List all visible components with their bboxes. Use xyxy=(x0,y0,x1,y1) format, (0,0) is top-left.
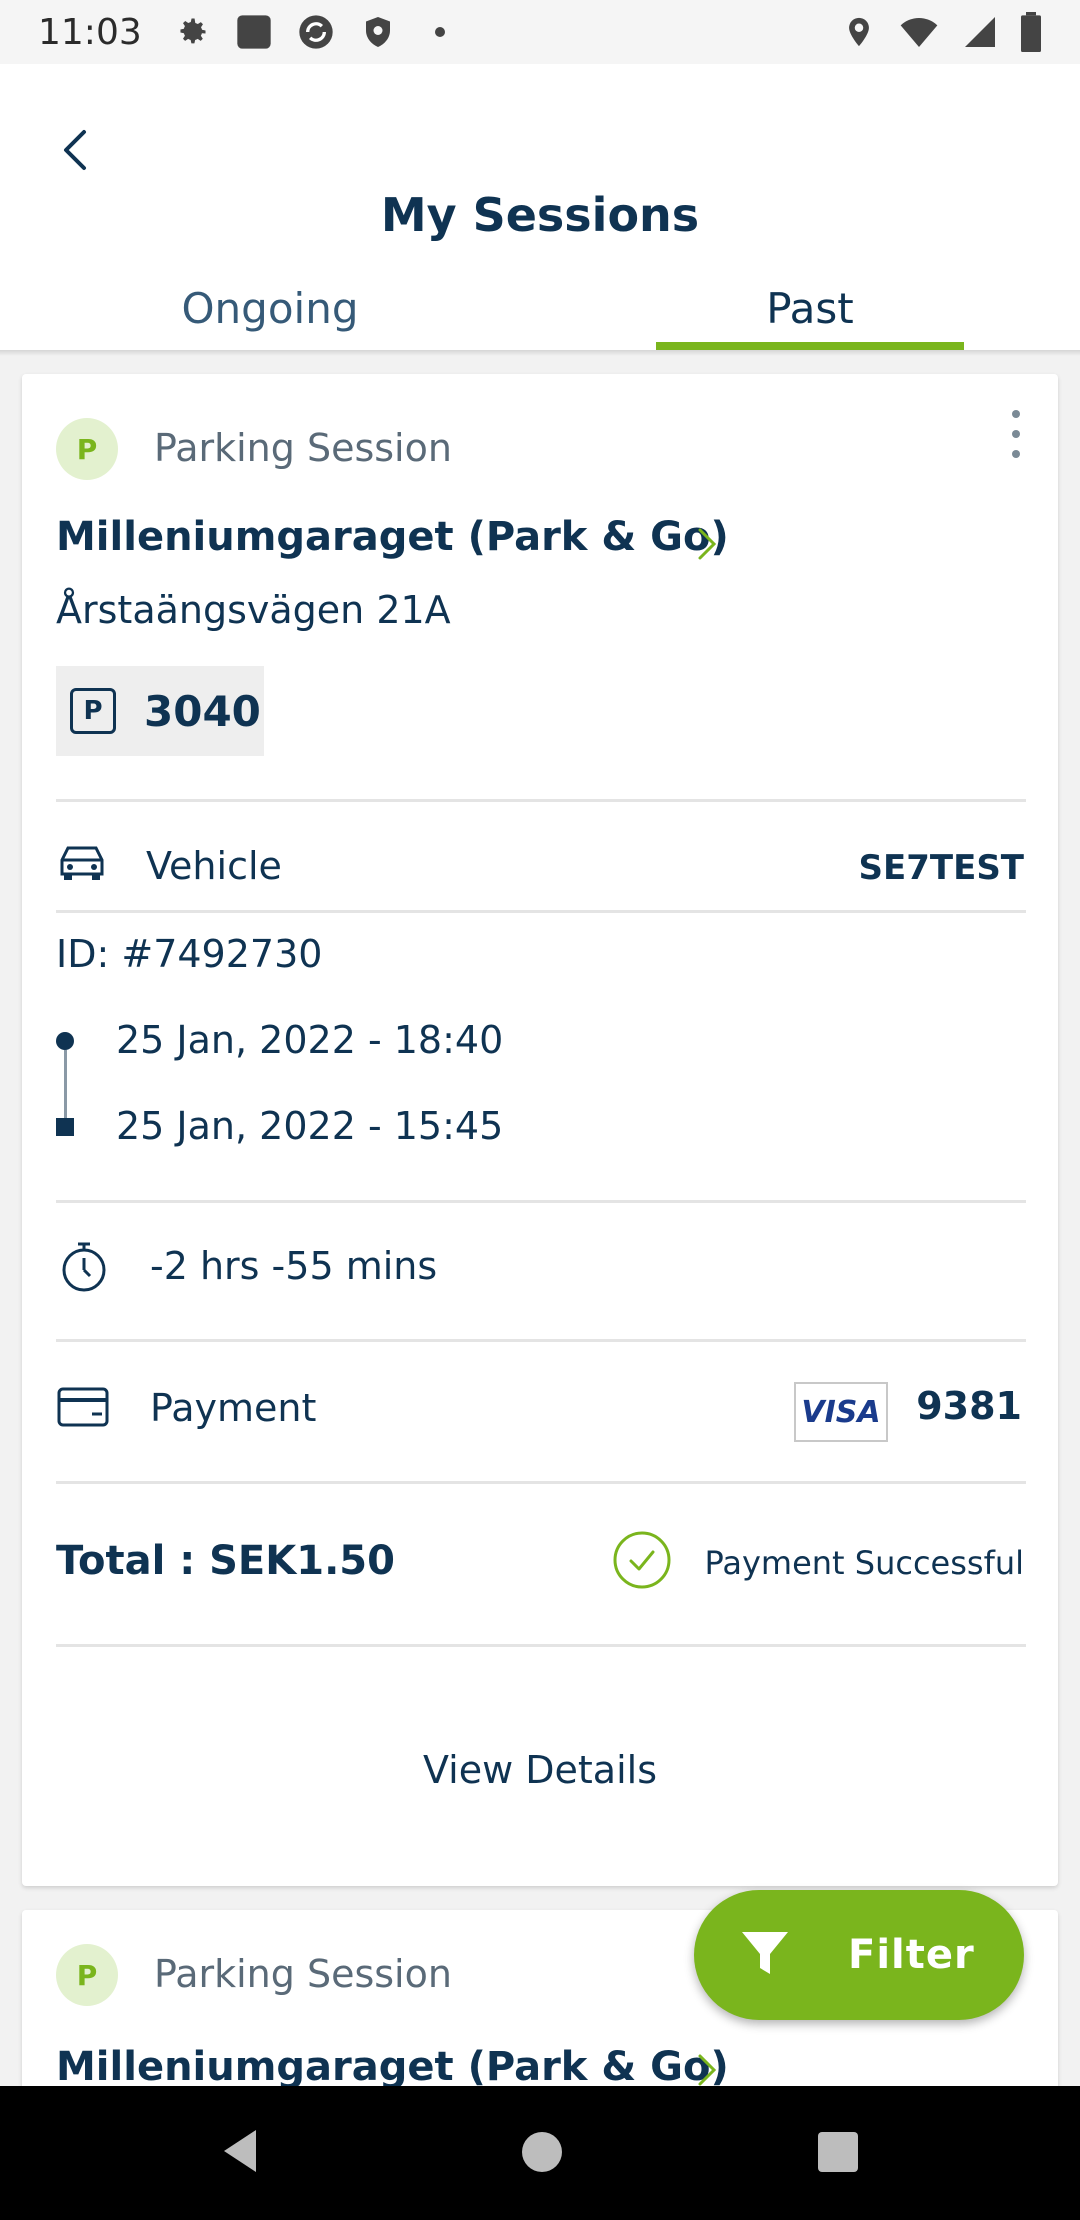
parking-spot-number: 3040 xyxy=(144,686,261,736)
vehicle-label: Vehicle xyxy=(146,844,282,888)
back-button[interactable] xyxy=(44,114,104,184)
tab-bar: Ongoing Past xyxy=(0,254,1080,350)
session-type: Parking Session xyxy=(154,426,452,470)
status-bar: 11:03 xyxy=(0,0,1080,64)
payment-label: Payment xyxy=(150,1386,317,1430)
app-icon xyxy=(234,12,274,52)
parking-badge: P xyxy=(56,1944,118,2006)
session-time-end: 25 Jan, 2022 - 15:45 xyxy=(116,1104,504,1148)
shield-icon xyxy=(358,12,398,52)
card-last4: 9381 xyxy=(916,1384,1022,1428)
vehicle-plate: SE7TEST xyxy=(858,848,1024,888)
active-tab-indicator xyxy=(656,342,964,350)
settings-icon xyxy=(172,12,212,52)
app-bar: My Sessions Ongoing Past xyxy=(0,64,1080,350)
tab-past-label: Past xyxy=(766,284,854,333)
divider xyxy=(56,1481,1026,1484)
status-time: 11:03 xyxy=(38,11,142,53)
system-nav-bar xyxy=(0,2086,1080,2220)
parking-spot-icon: P xyxy=(70,688,116,734)
filter-funnel-icon xyxy=(738,1926,792,1984)
session-time-start: 25 Jan, 2022 - 18:40 xyxy=(116,1018,504,1062)
chevron-right-icon[interactable] xyxy=(690,2044,726,2090)
parking-badge: P xyxy=(56,418,118,480)
filter-button[interactable]: Filter xyxy=(694,1890,1024,2020)
nav-recents-icon[interactable] xyxy=(818,2132,858,2172)
timeline-connector xyxy=(64,1050,67,1118)
nav-home-icon[interactable] xyxy=(522,2132,562,2172)
dot-icon xyxy=(420,12,460,52)
tab-ongoing-label: Ongoing xyxy=(181,284,359,333)
garage-name[interactable]: Milleniumgaraget (Park & Go) xyxy=(56,2044,729,2090)
view-details-button[interactable]: View Details xyxy=(22,1748,1058,1792)
total-amount: Total : SEK1.50 xyxy=(56,1538,395,1584)
signal-icon xyxy=(962,12,998,61)
garage-name[interactable]: Milleniumgaraget (Park & Go) xyxy=(56,514,729,560)
session-card[interactable]: P Parking Session Milleniumgaraget (Park… xyxy=(22,374,1058,1886)
stopwatch-icon xyxy=(58,1238,110,1298)
page-title: My Sessions xyxy=(380,188,700,242)
back-arrow-icon xyxy=(64,130,86,170)
car-icon xyxy=(56,840,108,888)
credit-card-icon xyxy=(56,1384,112,1438)
end-square-icon xyxy=(56,1118,74,1136)
location-icon xyxy=(842,12,876,61)
divider xyxy=(56,910,1026,913)
visa-logo: VISA xyxy=(794,1382,888,1442)
nav-back-icon[interactable] xyxy=(220,2126,260,2180)
divider xyxy=(56,1200,1026,1203)
tab-past[interactable]: Past xyxy=(540,254,1080,350)
start-dot-icon xyxy=(56,1032,74,1050)
divider xyxy=(56,1644,1026,1647)
parking-spot: P 3040 xyxy=(56,666,264,756)
chevron-right-icon[interactable] xyxy=(690,518,726,568)
session-duration: -2 hrs -55 mins xyxy=(150,1244,438,1288)
divider xyxy=(56,799,1026,802)
session-type: Parking Session xyxy=(154,1952,452,1996)
divider xyxy=(56,1339,1026,1342)
more-options-icon[interactable] xyxy=(1004,404,1028,464)
payment-status: Payment Successful xyxy=(704,1544,1024,1582)
wifi-icon xyxy=(898,12,940,61)
tab-ongoing[interactable]: Ongoing xyxy=(0,254,540,350)
battery-icon xyxy=(1020,12,1042,61)
sync-icon xyxy=(296,12,336,52)
garage-address: Årstaängsvägen 21A xyxy=(56,588,451,632)
filter-label: Filter xyxy=(848,1932,975,1978)
session-id: ID: #7492730 xyxy=(56,932,323,976)
app-bar-shadow xyxy=(0,350,1080,356)
check-circle-icon xyxy=(612,1530,672,1590)
